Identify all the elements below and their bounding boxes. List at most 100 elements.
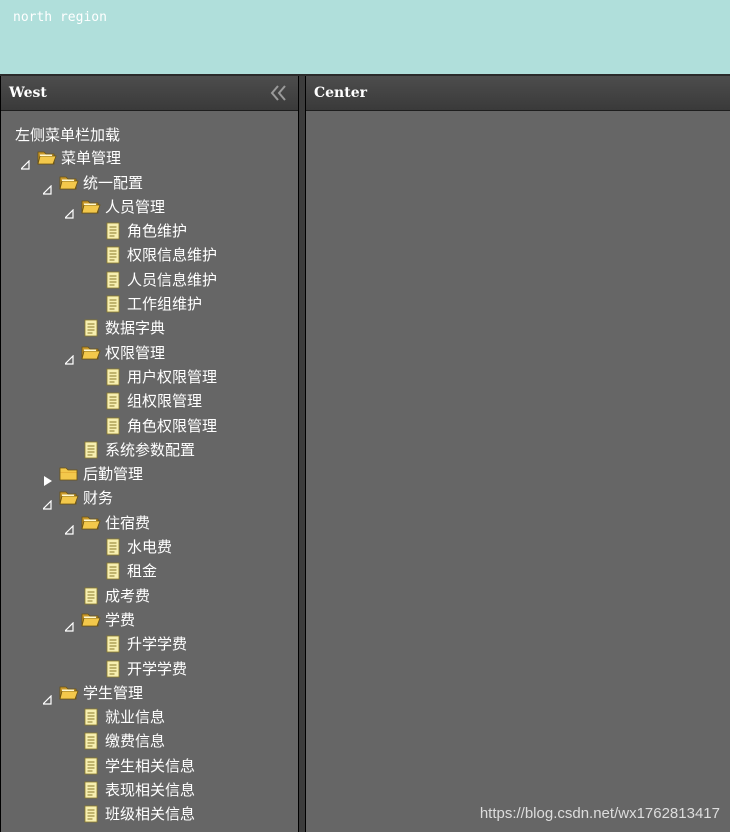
tree-node[interactable]: 升学学费 bbox=[1, 632, 298, 656]
tree-node[interactable]: 角色维护 bbox=[1, 219, 298, 243]
tree-node[interactable]: 后勤管理 bbox=[1, 462, 298, 487]
expand-arrow-icon[interactable] bbox=[43, 469, 53, 487]
tree-node-label: 后勤管理 bbox=[83, 465, 144, 484]
tree-node-label: 开学学费 bbox=[127, 659, 188, 678]
tree-node[interactable]: 缴费信息 bbox=[1, 729, 298, 753]
file-icon bbox=[103, 295, 123, 313]
file-icon bbox=[103, 392, 123, 410]
tree-node-label: 用户权限管理 bbox=[127, 367, 218, 386]
tree-node-label: 住宿费 bbox=[105, 513, 151, 532]
tree-node-label: 人员管理 bbox=[105, 197, 166, 216]
tree-node[interactable]: 人员信息维护 bbox=[1, 268, 298, 292]
tree-node[interactable]: 工作组维护 bbox=[1, 292, 298, 316]
tree-node[interactable]: 就业信息 bbox=[1, 705, 298, 729]
tree-node[interactable]: 住宿费 bbox=[1, 511, 298, 535]
collapse-arrow-icon[interactable] bbox=[41, 178, 53, 195]
file-icon bbox=[103, 246, 123, 264]
tree-node-label: 菜单管理 bbox=[61, 149, 122, 168]
tree-node[interactable]: 水电费 bbox=[1, 535, 298, 559]
tree-node[interactable]: 学生管理 bbox=[1, 681, 298, 705]
folder-open-icon bbox=[81, 514, 101, 532]
center-panel: Center bbox=[305, 76, 730, 832]
folder-open-icon bbox=[59, 684, 79, 702]
tree-node-label: 权限信息维护 bbox=[127, 246, 218, 265]
tree-node-label: 系统参数配置 bbox=[105, 440, 196, 459]
tree-node-label: 班级相关信息 bbox=[105, 805, 196, 824]
tree-node[interactable]: 学费 bbox=[1, 608, 298, 632]
tree-node-label: 水电费 bbox=[127, 538, 173, 557]
file-icon bbox=[103, 222, 123, 240]
tree-node-label: 财务 bbox=[83, 489, 114, 508]
file-icon bbox=[81, 708, 101, 726]
tree-node-label: 角色权限管理 bbox=[127, 416, 218, 435]
tree-node[interactable]: 统一配置 bbox=[1, 171, 298, 195]
tree-node[interactable]: 菜单管理 bbox=[1, 146, 298, 170]
tree-node-label: 表现相关信息 bbox=[105, 781, 196, 800]
tree-node-label: 角色维护 bbox=[127, 222, 188, 241]
file-icon bbox=[81, 441, 101, 459]
file-icon bbox=[81, 781, 101, 799]
tree-root-item[interactable]: 左侧菜单栏加载 bbox=[1, 122, 298, 146]
tree-node-label: 工作组维护 bbox=[127, 295, 203, 314]
file-icon bbox=[81, 805, 101, 823]
center-panel-header: Center bbox=[306, 76, 730, 111]
tree-node[interactable]: 人员管理 bbox=[1, 195, 298, 219]
tree-node[interactable]: 学生相关信息 bbox=[1, 754, 298, 778]
collapse-arrow-icon[interactable] bbox=[19, 153, 31, 170]
menu-tree: 左侧菜单栏加载 菜单管理统一配置人员管理角色维护权限信息维护 人员信息维护 工作组维… bbox=[1, 122, 298, 827]
file-icon bbox=[103, 417, 123, 435]
tree-node[interactable]: 成考费 bbox=[1, 584, 298, 608]
tree-node[interactable]: 用户权限管理 bbox=[1, 365, 298, 389]
folder-open-icon bbox=[81, 344, 101, 362]
tree-node-label: 数据字典 bbox=[105, 319, 166, 338]
west-panel-title: West bbox=[9, 85, 47, 101]
tree-node-label: 就业信息 bbox=[105, 708, 166, 727]
collapse-arrow-icon[interactable] bbox=[63, 518, 75, 535]
tree-node-label: 学费 bbox=[105, 610, 136, 629]
collapse-arrow-icon[interactable] bbox=[63, 202, 75, 219]
north-region-text: north region bbox=[13, 10, 107, 25]
tree-node-label: 组权限管理 bbox=[127, 392, 203, 411]
watermark-text: https://blog.csdn.net/wx1762813417 bbox=[479, 805, 720, 822]
file-icon bbox=[81, 732, 101, 750]
file-icon bbox=[103, 635, 123, 653]
tree-node[interactable]: 开学学费 bbox=[1, 657, 298, 681]
tree-node[interactable]: 财务 bbox=[1, 486, 298, 511]
collapse-arrow-icon[interactable] bbox=[63, 615, 75, 632]
collapse-arrow-icon[interactable] bbox=[63, 348, 75, 365]
tree-root-label: 左侧菜单栏加载 bbox=[15, 126, 121, 144]
tree-node[interactable]: 角色权限管理 bbox=[1, 414, 298, 438]
tree-node-label: 成考费 bbox=[105, 586, 151, 605]
tree-node[interactable]: 数据字典 bbox=[1, 316, 298, 340]
file-icon bbox=[103, 660, 123, 678]
tree-node-label: 人员信息维护 bbox=[127, 270, 218, 289]
folder-open-icon bbox=[37, 149, 57, 167]
tree-node-label: 租金 bbox=[127, 562, 158, 581]
tree-node[interactable]: 系统参数配置 bbox=[1, 438, 298, 462]
west-panel-header: West bbox=[1, 76, 298, 111]
north-region: north region bbox=[0, 0, 730, 74]
tree-node[interactable]: 表现相关信息 bbox=[1, 778, 298, 802]
file-icon bbox=[81, 757, 101, 775]
tree-node-label: 缴费信息 bbox=[105, 732, 166, 751]
tree-node[interactable]: 权限信息维护 bbox=[1, 243, 298, 267]
folder-open-icon bbox=[59, 489, 79, 507]
collapse-arrow-icon[interactable] bbox=[41, 493, 53, 511]
tree-node-label: 权限管理 bbox=[105, 343, 166, 362]
tree-node[interactable]: 班级相关信息 bbox=[1, 802, 298, 826]
tree-node[interactable]: 权限管理 bbox=[1, 341, 298, 365]
file-icon bbox=[103, 562, 123, 580]
west-panel: West 左侧菜单栏加载 菜单管理统一配置人员管理角色维护权限信息维护 人员信息维… bbox=[0, 76, 299, 832]
file-icon bbox=[81, 319, 101, 337]
tree-node-label: 统一配置 bbox=[83, 173, 144, 192]
collapse-arrow-icon[interactable] bbox=[41, 688, 53, 705]
tree-node[interactable]: 组权限管理 bbox=[1, 389, 298, 413]
file-icon bbox=[103, 538, 123, 556]
folder-closed-icon bbox=[59, 465, 79, 483]
tree-node-label: 升学学费 bbox=[127, 635, 188, 654]
tree-node[interactable]: 租金 bbox=[1, 559, 298, 583]
tree-node-label: 学生相关信息 bbox=[105, 756, 196, 775]
folder-open-icon bbox=[81, 198, 101, 216]
folder-open-icon bbox=[81, 611, 101, 629]
double-chevron-left-icon[interactable] bbox=[270, 82, 288, 104]
